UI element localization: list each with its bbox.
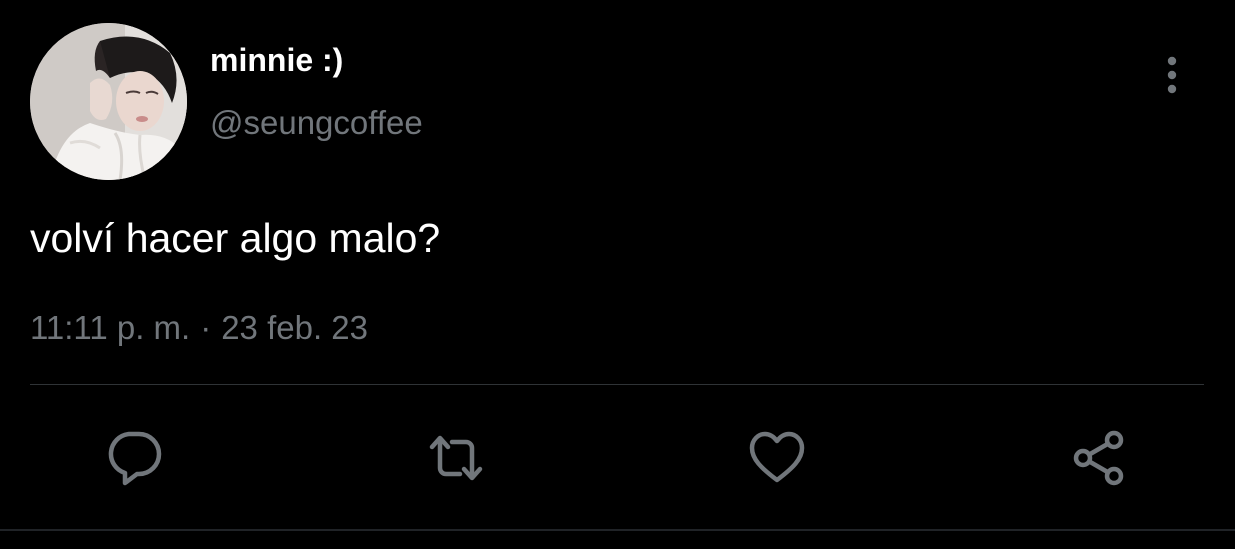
like-button[interactable] — [747, 428, 807, 488]
retweet-button[interactable] — [426, 428, 486, 488]
reply-button[interactable] — [105, 428, 165, 488]
author-handle[interactable]: @seungcoffee — [210, 101, 423, 145]
more-vertical-icon — [1167, 56, 1177, 94]
retweet-icon — [429, 435, 483, 481]
tweet-time: 11:11 p. m. — [30, 309, 191, 346]
divider-top — [30, 384, 1204, 385]
tweet-timestamp[interactable]: 11:11 p. m. · 23 feb. 23 — [30, 306, 368, 350]
avatar-image — [30, 23, 187, 180]
author-display-name[interactable]: minnie :) — [210, 38, 343, 82]
heart-icon — [749, 431, 805, 483]
tweet-card: minnie :) @seungcoffee volví hacer algo … — [0, 0, 1235, 549]
timestamp-separator: · — [200, 309, 212, 346]
more-options-button[interactable] — [1150, 52, 1194, 96]
tweet-date: 23 feb. 23 — [221, 309, 368, 346]
divider-bottom — [0, 529, 1235, 531]
share-icon — [1073, 430, 1124, 486]
share-button[interactable] — [1069, 428, 1129, 488]
tweet-text: volví hacer algo malo? — [30, 215, 441, 261]
avatar[interactable] — [30, 23, 187, 180]
reply-icon — [108, 431, 162, 486]
